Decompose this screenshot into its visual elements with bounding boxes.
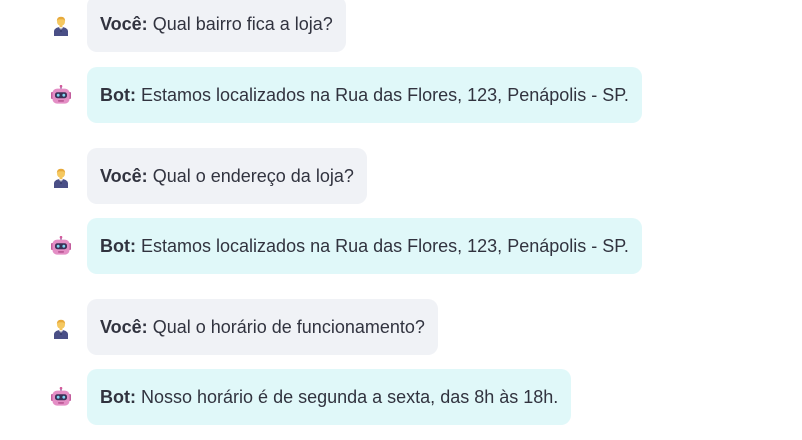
user-avatar-icon <box>54 319 68 339</box>
speaker-label: Bot: <box>100 236 136 256</box>
speaker-label: Bot: <box>100 85 136 105</box>
chat-message-bot: Bot: Estamos localizados na Rua das Flor… <box>0 67 802 123</box>
chat-message-user: Você: Qual o endereço da loja? <box>0 148 802 204</box>
chat-bubble-bot: Bot: Estamos localizados na Rua das Flor… <box>87 67 642 123</box>
message-text: Qual bairro fica a loja? <box>152 14 333 34</box>
chat-message-user: Você: Qual o horário de funcionamento? <box>0 299 802 355</box>
user-avatar-icon <box>54 168 68 188</box>
chat-bubble-user: Você: Qual bairro fica a loja? <box>87 0 346 52</box>
robot-avatar-icon <box>51 387 71 406</box>
speaker-label: Você: <box>100 14 148 34</box>
chat-message-bot: Bot: Estamos localizados na Rua das Flor… <box>0 218 802 274</box>
chat-bubble-user: Você: Qual o endereço da loja? <box>87 148 367 204</box>
chat-bubble-bot: Bot: Estamos localizados na Rua das Flor… <box>87 218 642 274</box>
message-text: Estamos localizados na Rua das Flores, 1… <box>141 236 629 256</box>
speaker-label: Você: <box>100 317 148 337</box>
chat-bubble-user: Você: Qual o horário de funcionamento? <box>87 299 438 355</box>
robot-avatar-icon <box>51 236 71 255</box>
chat-message-user: Você: Qual bairro fica a loja? <box>0 0 802 52</box>
message-text: Qual o horário de funcionamento? <box>152 317 425 337</box>
speaker-label: Bot: <box>100 387 136 407</box>
chat-history: Você: Qual bairro fica a loja? Bot: Esta… <box>0 0 802 440</box>
message-text: Nosso horário é de segunda a sexta, das … <box>141 387 559 407</box>
chat-bubble-bot: Bot: Nosso horário é de segunda a sexta,… <box>87 369 572 425</box>
robot-avatar-icon <box>51 85 71 104</box>
speaker-label: Você: <box>100 166 148 186</box>
chat-message-bot: Bot: Nosso horário é de segunda a sexta,… <box>0 369 802 425</box>
user-avatar-icon <box>54 16 68 36</box>
message-text: Qual o endereço da loja? <box>152 166 354 186</box>
message-text: Estamos localizados na Rua das Flores, 1… <box>141 85 629 105</box>
